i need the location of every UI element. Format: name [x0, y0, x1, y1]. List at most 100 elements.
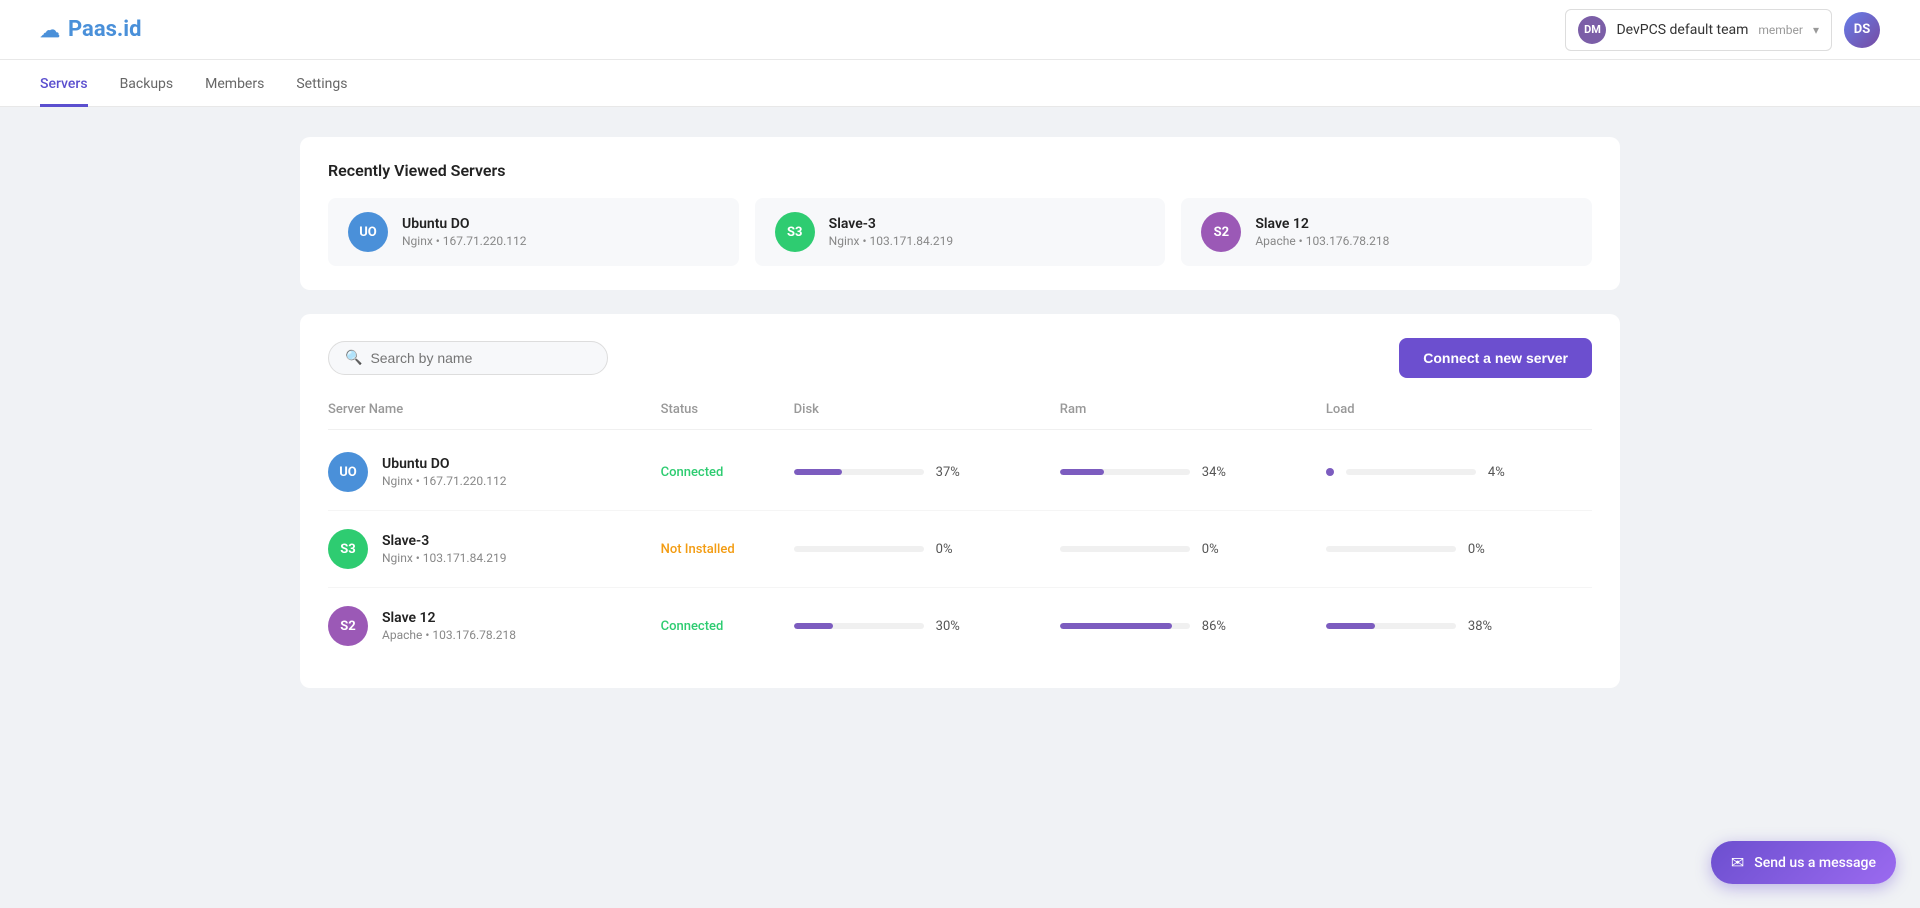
- server-info: Slave 12 Apache • 103.176.78.218: [1255, 216, 1389, 248]
- avatar: S2: [328, 606, 368, 646]
- user-avatar[interactable]: DS: [1844, 12, 1880, 48]
- ram-pct: 86%: [1202, 619, 1237, 634]
- load-progress: 38%: [1326, 619, 1592, 634]
- avatar: UO: [348, 212, 388, 252]
- avatar: S3: [775, 212, 815, 252]
- server-meta: Nginx • 103.171.84.219: [382, 551, 506, 565]
- server-info: Slave-3 Nginx • 103.171.84.219: [382, 533, 506, 565]
- ram-pct: 0%: [1202, 542, 1237, 557]
- server-name: Slave-3: [382, 533, 506, 549]
- chevron-down-icon: ▾: [1813, 23, 1819, 37]
- ram-bar-fill: [1060, 469, 1104, 475]
- search-icon: 🔍: [345, 350, 362, 366]
- disk-pct: 30%: [936, 619, 971, 634]
- server-info: Ubuntu DO Nginx • 167.71.220.112: [402, 216, 526, 248]
- avatar: S2: [1201, 212, 1241, 252]
- server-meta: Apache • 103.176.78.218: [1255, 234, 1389, 248]
- disk-bar: [794, 546, 924, 552]
- table-row[interactable]: S3 Slave-3 Nginx • 103.171.84.219 Not In…: [328, 511, 1592, 588]
- col-header-ram: Ram: [1060, 402, 1326, 417]
- team-selector[interactable]: DM DevPCS default team member ▾: [1565, 9, 1832, 51]
- logo-text: Paas.id: [68, 17, 142, 42]
- nav-item-settings[interactable]: Settings: [296, 60, 347, 107]
- main-nav: Servers Backups Members Settings: [0, 60, 1920, 107]
- connect-new-server-button[interactable]: Connect a new server: [1399, 338, 1592, 378]
- ram-bar: [1060, 623, 1190, 629]
- disk-bar-fill: [794, 623, 833, 629]
- team-name: DevPCS default team: [1616, 22, 1748, 38]
- main-content: Recently Viewed Servers UO Ubuntu DO Ngi…: [260, 107, 1660, 718]
- team-role: member: [1758, 23, 1803, 37]
- col-header-disk: Disk: [794, 402, 1060, 417]
- header: ☁ Paas.id DM DevPCS default team member …: [0, 0, 1920, 60]
- ram-bar-fill: [1060, 623, 1172, 629]
- disk-bar: [794, 623, 924, 629]
- disk-progress: 37%: [794, 465, 1060, 480]
- load-pct: 38%: [1468, 619, 1503, 634]
- server-meta: Apache • 103.176.78.218: [382, 628, 516, 642]
- server-cell: S2 Slave 12 Apache • 103.176.78.218: [328, 606, 661, 646]
- server-meta: Nginx • 167.71.220.112: [402, 234, 526, 248]
- nav-item-members[interactable]: Members: [205, 60, 264, 107]
- server-meta: Nginx • 103.171.84.219: [829, 234, 953, 248]
- server-name: Slave 12: [1255, 216, 1389, 232]
- server-info: Slave-3 Nginx • 103.171.84.219: [829, 216, 953, 248]
- table-toolbar: 🔍 Connect a new server: [328, 338, 1592, 378]
- disk-bar: [794, 469, 924, 475]
- server-name: Slave 12: [382, 610, 516, 626]
- col-header-load: Load: [1326, 402, 1592, 417]
- col-header-server-name: Server Name: [328, 402, 661, 417]
- recently-viewed-section: Recently Viewed Servers UO Ubuntu DO Ngi…: [300, 137, 1620, 290]
- server-info: Ubuntu DO Nginx • 167.71.220.112: [382, 456, 506, 488]
- recent-card[interactable]: S2 Slave 12 Apache • 103.176.78.218: [1181, 198, 1592, 266]
- recent-card[interactable]: UO Ubuntu DO Nginx • 167.71.220.112: [328, 198, 739, 266]
- server-cell: S3 Slave-3 Nginx • 103.171.84.219: [328, 529, 661, 569]
- recent-cards-container: UO Ubuntu DO Nginx • 167.71.220.112 S3 S…: [328, 198, 1592, 266]
- status-badge: Connected: [661, 465, 794, 480]
- servers-table-section: 🔍 Connect a new server Server Name Statu…: [300, 314, 1620, 688]
- chat-widget[interactable]: ✉ Send us a message: [1711, 841, 1896, 884]
- ram-bar: [1060, 546, 1190, 552]
- status-badge: Connected: [661, 619, 794, 634]
- load-bar-fill: [1326, 623, 1375, 629]
- disk-pct: 37%: [936, 465, 971, 480]
- avatar: S3: [328, 529, 368, 569]
- server-cell: UO Ubuntu DO Nginx • 167.71.220.112: [328, 452, 661, 492]
- logo-icon: ☁: [40, 18, 60, 42]
- server-name: Slave-3: [829, 216, 953, 232]
- nav-item-backups[interactable]: Backups: [120, 60, 174, 107]
- disk-pct: 0%: [936, 542, 971, 557]
- nav-item-servers[interactable]: Servers: [40, 60, 88, 107]
- chat-label: Send us a message: [1754, 855, 1876, 871]
- team-avatar: DM: [1578, 16, 1606, 44]
- load-dot: [1326, 468, 1334, 476]
- server-meta: Nginx • 167.71.220.112: [382, 474, 506, 488]
- ram-progress: 0%: [1060, 542, 1326, 557]
- recently-viewed-title: Recently Viewed Servers: [328, 161, 1592, 180]
- search-box[interactable]: 🔍: [328, 341, 608, 375]
- recent-card[interactable]: S3 Slave-3 Nginx • 103.171.84.219: [755, 198, 1166, 266]
- load-pct: 4%: [1488, 465, 1523, 480]
- server-info: Slave 12 Apache • 103.176.78.218: [382, 610, 516, 642]
- ram-progress: 34%: [1060, 465, 1326, 480]
- server-name: Ubuntu DO: [402, 216, 526, 232]
- chat-icon: ✉: [1731, 853, 1744, 872]
- ram-progress: 86%: [1060, 619, 1326, 634]
- logo: ☁ Paas.id: [40, 17, 142, 42]
- load-bar: [1326, 546, 1456, 552]
- header-right: DM DevPCS default team member ▾ DS: [1565, 9, 1880, 51]
- status-badge: Not Installed: [661, 542, 794, 557]
- load-bar: [1346, 469, 1476, 475]
- load-progress: 4%: [1326, 465, 1592, 480]
- table-row[interactable]: UO Ubuntu DO Nginx • 167.71.220.112 Conn…: [328, 434, 1592, 511]
- disk-bar-fill: [794, 469, 842, 475]
- disk-progress: 0%: [794, 542, 1060, 557]
- ram-pct: 34%: [1202, 465, 1237, 480]
- table-row[interactable]: S2 Slave 12 Apache • 103.176.78.218 Conn…: [328, 588, 1592, 664]
- col-header-status: Status: [661, 402, 794, 417]
- load-progress: 0%: [1326, 542, 1592, 557]
- search-input[interactable]: [370, 350, 591, 366]
- disk-progress: 30%: [794, 619, 1060, 634]
- avatar: UO: [328, 452, 368, 492]
- server-name: Ubuntu DO: [382, 456, 506, 472]
